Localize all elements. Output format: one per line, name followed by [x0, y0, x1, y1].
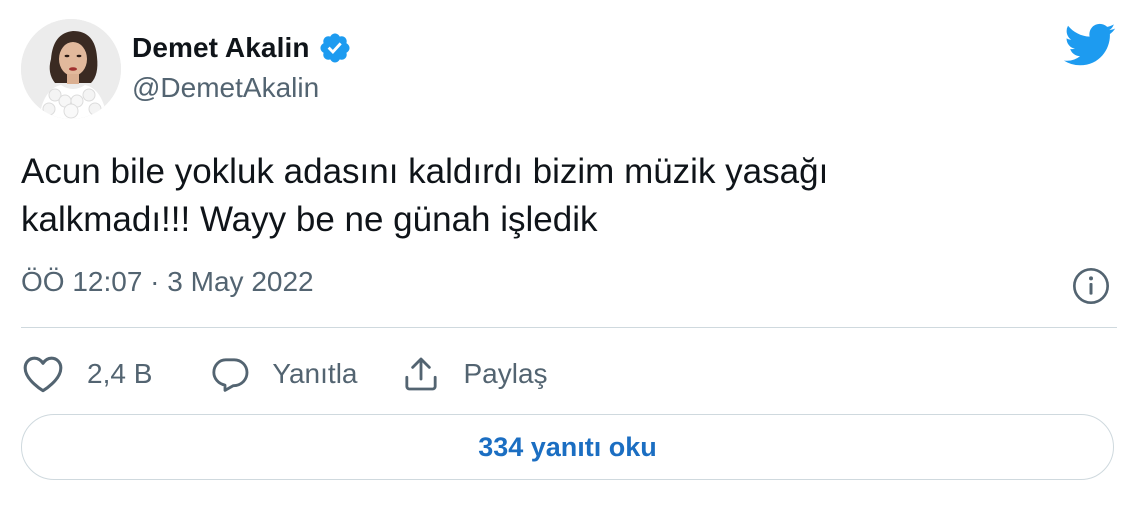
like-button[interactable]: 2,4 B: [21, 354, 152, 394]
tweet-text-line: kalkmadı!!! Wayy be ne günah işledik: [21, 200, 598, 239]
tweet-text-line: Acun bile yokluk adasını kaldırdı bizim …: [21, 152, 829, 191]
avatar[interactable]: [21, 19, 121, 119]
heart-icon: [23, 356, 63, 393]
divider: [21, 327, 1117, 328]
reply-label: Yanıtla: [272, 358, 358, 389]
like-count: 2,4 B: [87, 358, 153, 389]
verified-badge-icon: [318, 31, 352, 65]
tweet-text: Acun bile yokluk adasını kaldırdı bizim …: [21, 148, 1111, 244]
tweet-timestamp[interactable]: ÖÖ 12:07 · 3 May 2022: [21, 266, 314, 298]
author-name-row: Demet Akalin: [132, 28, 352, 68]
user-handle[interactable]: @DemetAkalin: [132, 72, 319, 104]
share-label: Paylaş: [463, 358, 548, 389]
read-replies-button[interactable]: 334 yanıtı oku: [21, 414, 1114, 480]
reply-button[interactable]: Yanıtla: [210, 354, 357, 394]
profile-photo-icon: [21, 19, 121, 119]
share-button[interactable]: Paylaş: [401, 354, 548, 394]
read-replies-label: 334 yanıtı oku: [478, 431, 657, 462]
info-icon[interactable]: [1071, 266, 1111, 306]
display-name[interactable]: Demet Akalin: [132, 32, 310, 64]
share-upload-icon: [405, 357, 438, 391]
tweet-actions: 2,4 B Yanıtla Paylaş: [21, 350, 548, 398]
tweet-card: Demet Akalin @DemetAkalin Acun bile yokl…: [0, 0, 1143, 507]
speech-bubble-icon: [212, 358, 249, 392]
twitter-bird-icon[interactable]: [1064, 23, 1116, 67]
